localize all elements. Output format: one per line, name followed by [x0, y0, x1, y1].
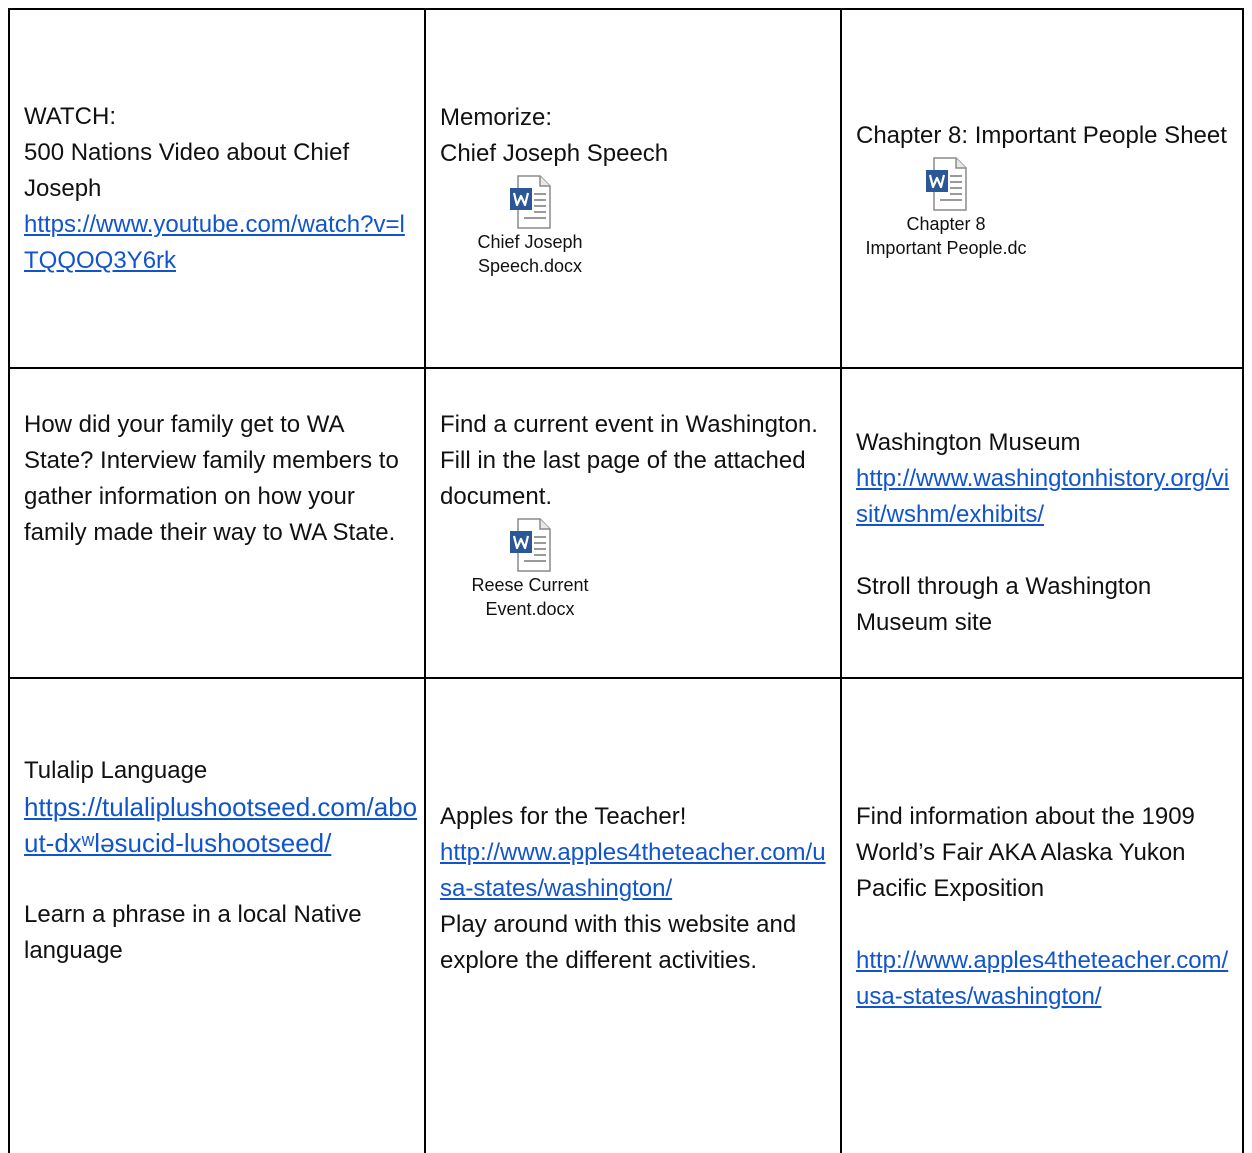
cell-text: How did your family get to WA State? Int…: [24, 411, 399, 546]
word-document-icon: [926, 156, 967, 211]
cell-text: WATCH: 500 Nations Video about Chief Jos…: [24, 102, 350, 202]
cell-text: Memorize: Chief Joseph Speech: [440, 103, 669, 167]
word-document-icon: [510, 174, 551, 229]
cell-text: Stroll through a Washington Museum site: [856, 573, 1152, 636]
table-cell: Washington Museum http://www.washingtonh…: [842, 369, 1242, 677]
washington-history-link[interactable]: http://www.washingtonhistory.org/visit/w…: [856, 461, 1236, 533]
cell-text: Find a current event in Washington. Fill…: [440, 411, 818, 510]
cell-text: Chapter 8: Important People Sheet: [856, 121, 1227, 149]
cell-text: Washington Museum: [856, 429, 1081, 456]
cell-text: Find information about the 1909 World’s …: [856, 803, 1195, 902]
attachment-chapter-8-important-people[interactable]: Chapter 8 Important People.dc: [856, 156, 1036, 260]
table-cell: Apples for the Teacher! http://www.apple…: [426, 679, 840, 1153]
cell-text: Tulalip Language: [24, 757, 208, 784]
attachment-caption: Chief Joseph Speech.docx: [477, 231, 583, 276]
table-cell: Find information about the 1909 World’s …: [842, 679, 1242, 1153]
table-border-right: [1242, 8, 1244, 1153]
attachment-caption: Chapter 8 Important People.dc: [865, 213, 1027, 258]
apples4theteacher-link[interactable]: http://www.apples4theteacher.com/usa-sta…: [440, 835, 834, 907]
cell-text: Apples for the Teacher!: [440, 803, 687, 830]
youtube-video-link[interactable]: https://www.youtube.com/watch?v=lTQQOQ3Y…: [24, 207, 418, 279]
attachment-chief-joseph-speech[interactable]: Chief Joseph Speech.docx: [440, 174, 620, 278]
tulalip-lushootseed-link[interactable]: https://tulaliplushootseed.com/about-dxʷ…: [24, 789, 418, 861]
table-cell: WATCH: 500 Nations Video about Chief Jos…: [10, 10, 424, 367]
table-cell: Chapter 8: Important People Sheet Chapte…: [842, 10, 1242, 367]
apples4theteacher-link[interactable]: http://www.apples4theteacher.com/usa-sta…: [856, 943, 1236, 1015]
cell-text: Play around with this website and explor…: [440, 911, 797, 974]
table-cell: How did your family get to WA State? Int…: [10, 369, 424, 677]
table-cell: Memorize: Chief Joseph Speech Chief Jose…: [426, 10, 840, 367]
attachment-reese-current-event[interactable]: Reese Current Event.docx: [440, 517, 620, 621]
cell-text: Learn a phrase in a local Native languag…: [24, 901, 362, 964]
word-document-icon: [510, 518, 551, 572]
attachment-caption: Reese Current Event.docx: [471, 575, 589, 619]
table-cell: Find a current event in Washington. Fill…: [426, 369, 840, 677]
table-cell: Tulalip Language https://tulaliplushoots…: [10, 679, 424, 1153]
